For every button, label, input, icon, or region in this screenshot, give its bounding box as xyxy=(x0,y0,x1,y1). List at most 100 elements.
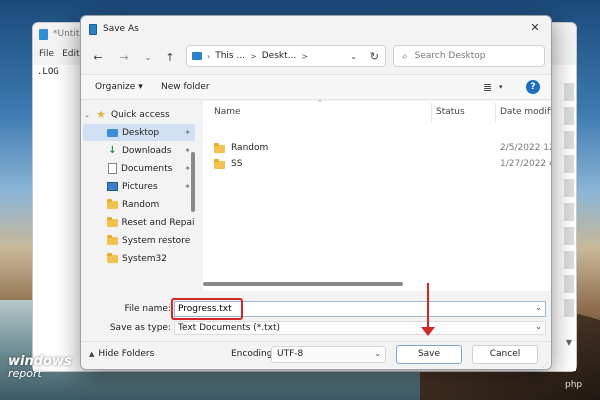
windows-report-logo: windows report xyxy=(8,355,72,380)
column-header-status[interactable]: Status xyxy=(436,107,465,117)
folder-icon xyxy=(192,52,202,60)
divider xyxy=(81,341,551,342)
scrollbar-thumb[interactable] xyxy=(191,152,195,212)
folder-icon xyxy=(107,252,118,263)
scroll-down-arrow-icon[interactable]: ▼ xyxy=(566,338,572,347)
save-as-type-select[interactable]: Text Documents (*.txt) ⌄ xyxy=(174,321,546,335)
help-icon[interactable]: ? xyxy=(526,80,540,94)
scroll-tile xyxy=(564,203,574,221)
chevron-down-icon[interactable]: ⌄ xyxy=(535,303,542,312)
sidebar-item-random[interactable]: Random xyxy=(83,196,195,213)
search-input[interactable] xyxy=(414,51,525,61)
scroll-tile xyxy=(564,107,574,125)
save-form: File name: ⌄ Save as type: Text Document… xyxy=(81,294,551,369)
breadcrumb-this-pc[interactable]: This ... xyxy=(215,51,245,61)
sidebar-item-label: Quick access xyxy=(111,109,170,120)
recent-locations-chevron-icon[interactable]: ⌄ xyxy=(139,53,157,62)
hide-folders-button[interactable]: ▲ Hide Folders xyxy=(89,349,154,359)
encoding-select[interactable]: UTF-8 ⌄ xyxy=(271,346,386,363)
navigation-bar: ← → ⌄ ↑ › This ... > Deskt... > ⌄ ↻ ⌕ xyxy=(81,43,551,71)
sidebar-item-pictures[interactable]: Pictures ✦ xyxy=(83,178,195,195)
cancel-button[interactable]: Cancel xyxy=(472,345,538,364)
view-options-icon[interactable]: ≣ xyxy=(483,81,492,94)
pin-icon: ✦ xyxy=(184,128,191,137)
file-list: ⌃ Name Status Date modifie Random 2/5/20… xyxy=(203,99,551,291)
hide-folders-label: Hide Folders xyxy=(98,349,155,359)
notepad-scrollbar[interactable] xyxy=(564,83,574,317)
address-bar[interactable]: › This ... > Deskt... > ⌄ ↻ xyxy=(186,45,386,67)
close-button[interactable]: ✕ xyxy=(527,20,543,36)
save-as-type-label: Save as type: xyxy=(109,323,171,333)
up-arrow-icon[interactable]: ↑ xyxy=(161,51,179,64)
column-divider[interactable] xyxy=(495,103,496,123)
logo-line2: report xyxy=(8,367,42,380)
navigation-pane-scrollbar[interactable] xyxy=(191,112,195,287)
scrollbar-thumb[interactable] xyxy=(203,282,403,286)
notepad-menu-file[interactable]: File xyxy=(39,49,54,59)
document-icon xyxy=(108,163,117,174)
column-header-date-modified[interactable]: Date modifie xyxy=(500,107,551,117)
sidebar-item-system-restore[interactable]: System restore xyxy=(83,232,195,249)
sidebar-item-downloads[interactable]: ↓ Downloads ✦ xyxy=(83,142,195,159)
save-as-type-value: Text Documents (*.txt) xyxy=(178,323,281,333)
chevron-down-icon[interactable]: ⌄ xyxy=(83,111,91,119)
file-name: Random xyxy=(231,143,269,153)
file-list-horizontal-scrollbar[interactable] xyxy=(203,281,551,287)
scroll-tile xyxy=(564,227,574,245)
file-date: 1/27/2022 4 xyxy=(500,159,552,169)
resize-grip-icon[interactable]: ⋰ xyxy=(542,361,549,369)
sidebar-item-label: System restore xyxy=(122,235,191,246)
pin-icon: ✦ xyxy=(184,182,191,191)
save-button[interactable]: Save xyxy=(396,345,462,364)
view-dropdown-icon[interactable]: ▾ xyxy=(499,83,503,91)
organize-label: Organize xyxy=(95,82,136,92)
scroll-tile xyxy=(564,131,574,149)
table-row[interactable]: Random 2/5/2022 12 xyxy=(203,141,551,157)
forward-arrow-icon[interactable]: → xyxy=(115,51,133,64)
address-dropdown-icon[interactable]: ⌄ xyxy=(350,52,357,61)
command-bar: Organize ▾ New folder ≣ ▾ ? xyxy=(81,74,551,100)
annotation-arrow-line xyxy=(427,283,429,329)
sidebar-item-system32[interactable]: System32 xyxy=(83,250,195,267)
chevron-down-icon: ⌄ xyxy=(374,349,381,358)
scroll-tile xyxy=(564,155,574,173)
sidebar-item-label: Documents xyxy=(121,163,173,174)
refresh-icon[interactable]: ↻ xyxy=(370,50,379,63)
annotation-highlight-box xyxy=(171,298,243,320)
sidebar-item-label: System32 xyxy=(122,253,168,264)
sidebar-item-desktop[interactable]: Desktop ✦ xyxy=(83,124,195,141)
sidebar-item-documents[interactable]: Documents ✦ xyxy=(83,160,195,177)
encoding-label: Encoding: xyxy=(231,349,276,359)
dialog-titlebar: Save As xyxy=(81,16,551,42)
folder-icon xyxy=(214,159,225,169)
breadcrumb-separator-icon: › xyxy=(207,51,211,61)
pictures-icon xyxy=(107,182,118,191)
sort-ascending-icon: ⌃ xyxy=(317,99,323,107)
star-icon: ★ xyxy=(96,108,106,121)
folder-icon xyxy=(107,234,118,245)
organize-menu-button[interactable]: Organize ▾ xyxy=(95,82,143,92)
chevron-down-icon: ⌄ xyxy=(535,322,542,331)
annotation-arrow-head-icon xyxy=(421,327,435,336)
new-folder-button[interactable]: New folder xyxy=(161,82,210,92)
folder-icon xyxy=(214,143,225,153)
chevron-up-icon: ▲ xyxy=(89,350,95,358)
sidebar-item-reset-and-repair[interactable]: Reset and Repair xyxy=(83,214,195,231)
back-arrow-icon[interactable]: ← xyxy=(89,51,107,64)
file-date: 2/5/2022 12 xyxy=(500,143,552,153)
notepad-menu-edit[interactable]: Edit xyxy=(62,49,79,59)
scroll-tile xyxy=(564,299,574,317)
scroll-tile xyxy=(564,83,574,101)
encoding-value: UTF-8 xyxy=(277,349,304,359)
sidebar-item-label: Downloads xyxy=(122,145,172,156)
download-icon: ↓ xyxy=(108,145,117,156)
search-box[interactable]: ⌕ xyxy=(393,45,545,67)
sidebar-item-quick-access[interactable]: ⌄ ★ Quick access xyxy=(83,106,195,123)
column-divider[interactable] xyxy=(431,103,432,123)
file-name: SS xyxy=(231,159,243,169)
column-header-name[interactable]: Name xyxy=(214,107,241,117)
table-row[interactable]: SS 1/27/2022 4 xyxy=(203,157,551,173)
breadcrumb-desktop[interactable]: Deskt... xyxy=(262,51,296,61)
dropdown-arrow-icon: ▾ xyxy=(138,82,143,92)
sidebar-item-label: Reset and Repair xyxy=(121,217,195,228)
